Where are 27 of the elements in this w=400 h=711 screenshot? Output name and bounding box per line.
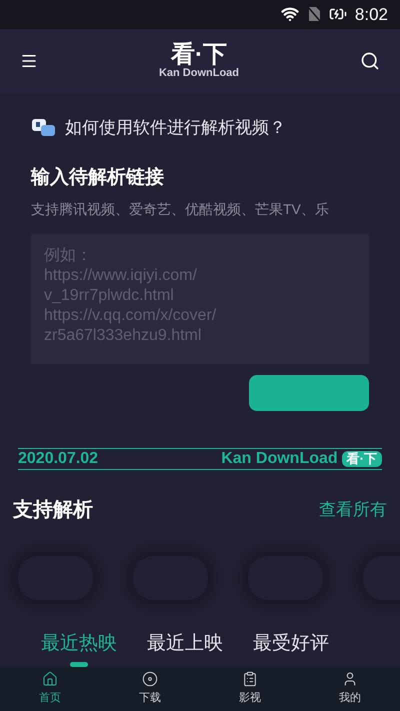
clock: 8:02 [354,4,388,26]
parse-button[interactable] [249,374,369,411]
person-icon [342,671,358,688]
section-title: 支持解析 [13,498,93,523]
nav-item[interactable]: 下载 [100,667,200,711]
logo-subtitle: Kan DownLoad [158,66,240,81]
app-logo: 看·下 [171,40,227,68]
clipboard-icon [242,671,258,688]
banner-brand: Kan DownLoad [221,448,338,469]
hint-text: 支持腾讯视频、爱奇艺、优酷视频、芒果TV、乐 [31,200,330,219]
help-link[interactable]: 如何使用软件进行解析视频？ [65,114,286,140]
banner-badge: 看·下 [342,450,382,467]
banner-date: 2020.07.02 [18,448,100,469]
nav-item[interactable]: 首页 [0,667,100,711]
section-title: 输入待解析链接 [31,166,165,190]
disc-icon [142,671,158,688]
chat-bubbles-icon [31,116,57,139]
tab[interactable]: 最近热映 [41,630,117,668]
wifi-icon [280,5,299,24]
house-icon [42,671,58,688]
nav-item[interactable]: 我的 [300,667,400,711]
tab[interactable]: 最受好评 [253,630,329,668]
search-icon[interactable] [360,50,380,71]
nav-item[interactable]: 影视 [200,667,300,711]
no-sim-icon [306,6,321,22]
view-all-link[interactable]: 查看所有 [319,497,387,523]
tab[interactable]: 最近上映 [147,630,223,668]
